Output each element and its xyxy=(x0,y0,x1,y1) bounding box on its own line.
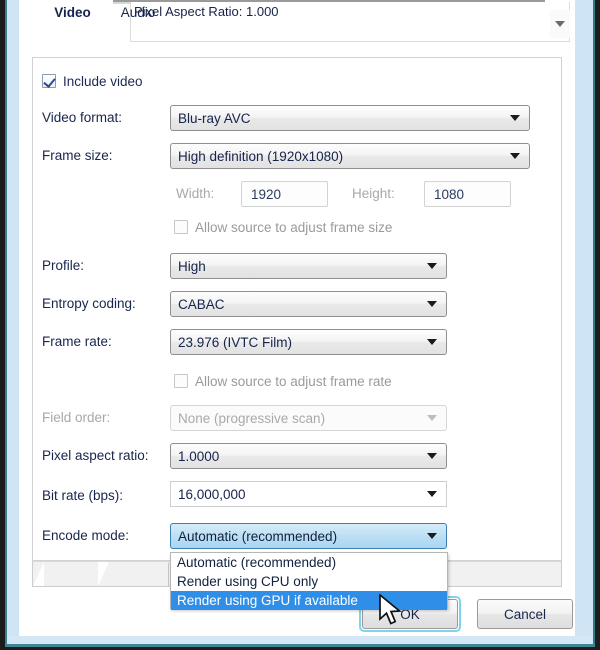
tab-video[interactable]: Video xyxy=(44,0,100,25)
bit-rate-label: Bit rate (bps): xyxy=(42,488,124,503)
chevron-down-icon xyxy=(427,263,437,269)
allow-source-adjust-frame-size-label: Allow source to adjust frame size xyxy=(195,219,393,235)
cancel-button[interactable]: Cancel xyxy=(477,599,573,629)
window-frame-right-inner xyxy=(575,0,593,650)
profile-label: Profile: xyxy=(42,258,85,273)
tab-divider xyxy=(168,563,169,586)
pixel-aspect-ratio-value: 1.0000 xyxy=(178,448,220,464)
pixel-aspect-ratio-combobox[interactable]: 1.0000 xyxy=(170,443,447,469)
field-order-label: Field order: xyxy=(42,410,111,425)
window-frame-bottom-inner xyxy=(7,636,593,644)
height-input[interactable]: 1080 xyxy=(424,181,511,207)
frame-size-label: Frame size: xyxy=(42,148,113,163)
screenshot-root: Pixel Aspect Ratio: 1.000 Include video … xyxy=(0,0,600,650)
encode-mode-option-cpu-only[interactable]: Render using CPU only xyxy=(171,572,447,591)
include-video-label: Include video xyxy=(63,73,143,89)
height-value: 1080 xyxy=(434,186,465,202)
entropy-coding-combobox[interactable]: CABAC xyxy=(170,291,447,317)
encode-mode-combobox[interactable]: Automatic (recommended) xyxy=(170,523,447,549)
chevron-down-icon xyxy=(510,115,520,121)
pixel-aspect-ratio-label: Pixel aspect ratio: xyxy=(42,448,149,463)
chevron-down-icon xyxy=(427,415,437,421)
include-video-checkbox[interactable] xyxy=(42,74,56,88)
tab-audio[interactable]: Audio xyxy=(110,0,166,25)
video-format-label: Video format: xyxy=(42,110,123,125)
frame-size-combobox[interactable]: High definition (1920x1080) xyxy=(170,143,530,169)
width-input[interactable]: 1920 xyxy=(241,181,328,207)
height-label: Height: xyxy=(352,186,395,201)
chevron-down-icon xyxy=(427,533,437,539)
encode-mode-option-gpu-if-available[interactable]: Render using GPU if available xyxy=(171,591,447,610)
frame-rate-label: Frame rate: xyxy=(42,334,112,349)
bit-rate-value: 16,000,000 xyxy=(178,486,246,502)
chevron-down-icon xyxy=(427,453,437,459)
summary-scroll-down-button[interactable] xyxy=(550,10,570,38)
allow-source-adjust-frame-rate-label: Allow source to adjust frame rate xyxy=(195,373,392,389)
encode-mode-value: Automatic (recommended) xyxy=(178,528,338,544)
allow-source-adjust-frame-size-checkbox[interactable] xyxy=(174,220,188,234)
window-frame-left-inner xyxy=(7,0,19,650)
frame-size-value: High definition (1920x1080) xyxy=(178,148,344,164)
chevron-down-icon xyxy=(510,153,520,159)
tab-video-right-slant xyxy=(98,562,109,586)
profile-value: High xyxy=(178,258,206,274)
profile-combobox[interactable]: High xyxy=(170,253,447,279)
chevron-down-icon xyxy=(427,491,437,497)
field-order-combobox[interactable]: None (progressive scan) xyxy=(170,405,447,431)
include-video-checkbox-row[interactable]: Include video xyxy=(42,71,143,91)
allow-source-adjust-frame-rate-checkbox[interactable] xyxy=(174,374,188,388)
frame-rate-value: 23.976 (IVTC Film) xyxy=(178,334,293,350)
encode-mode-dropdown-list[interactable]: Automatic (recommended) Render using CPU… xyxy=(170,552,448,610)
allow-source-adjust-frame-size-row[interactable]: Allow source to adjust frame size xyxy=(174,217,392,237)
chevron-down-icon xyxy=(427,339,437,345)
width-label: Width: xyxy=(176,186,215,201)
chevron-down-icon xyxy=(427,301,437,307)
width-value: 1920 xyxy=(251,186,282,202)
entropy-coding-label: Entropy coding: xyxy=(42,296,136,311)
entropy-coding-value: CABAC xyxy=(178,296,225,312)
frame-rate-combobox[interactable]: 23.976 (IVTC Film) xyxy=(170,329,447,355)
tab-video-left-slant xyxy=(33,562,44,586)
encode-mode-label: Encode mode: xyxy=(42,528,130,543)
window-frame-right-outer xyxy=(595,0,600,650)
field-order-value: None (progressive scan) xyxy=(178,410,326,426)
video-format-combobox[interactable]: Blu-ray AVC xyxy=(170,105,530,131)
caret-down-icon xyxy=(555,21,565,27)
video-format-value: Blu-ray AVC xyxy=(178,110,251,126)
bit-rate-combobox[interactable]: 16,000,000 xyxy=(170,481,447,507)
allow-source-adjust-frame-rate-row[interactable]: Allow source to adjust frame rate xyxy=(174,371,392,391)
encode-mode-option-automatic[interactable]: Automatic (recommended) xyxy=(171,553,447,572)
